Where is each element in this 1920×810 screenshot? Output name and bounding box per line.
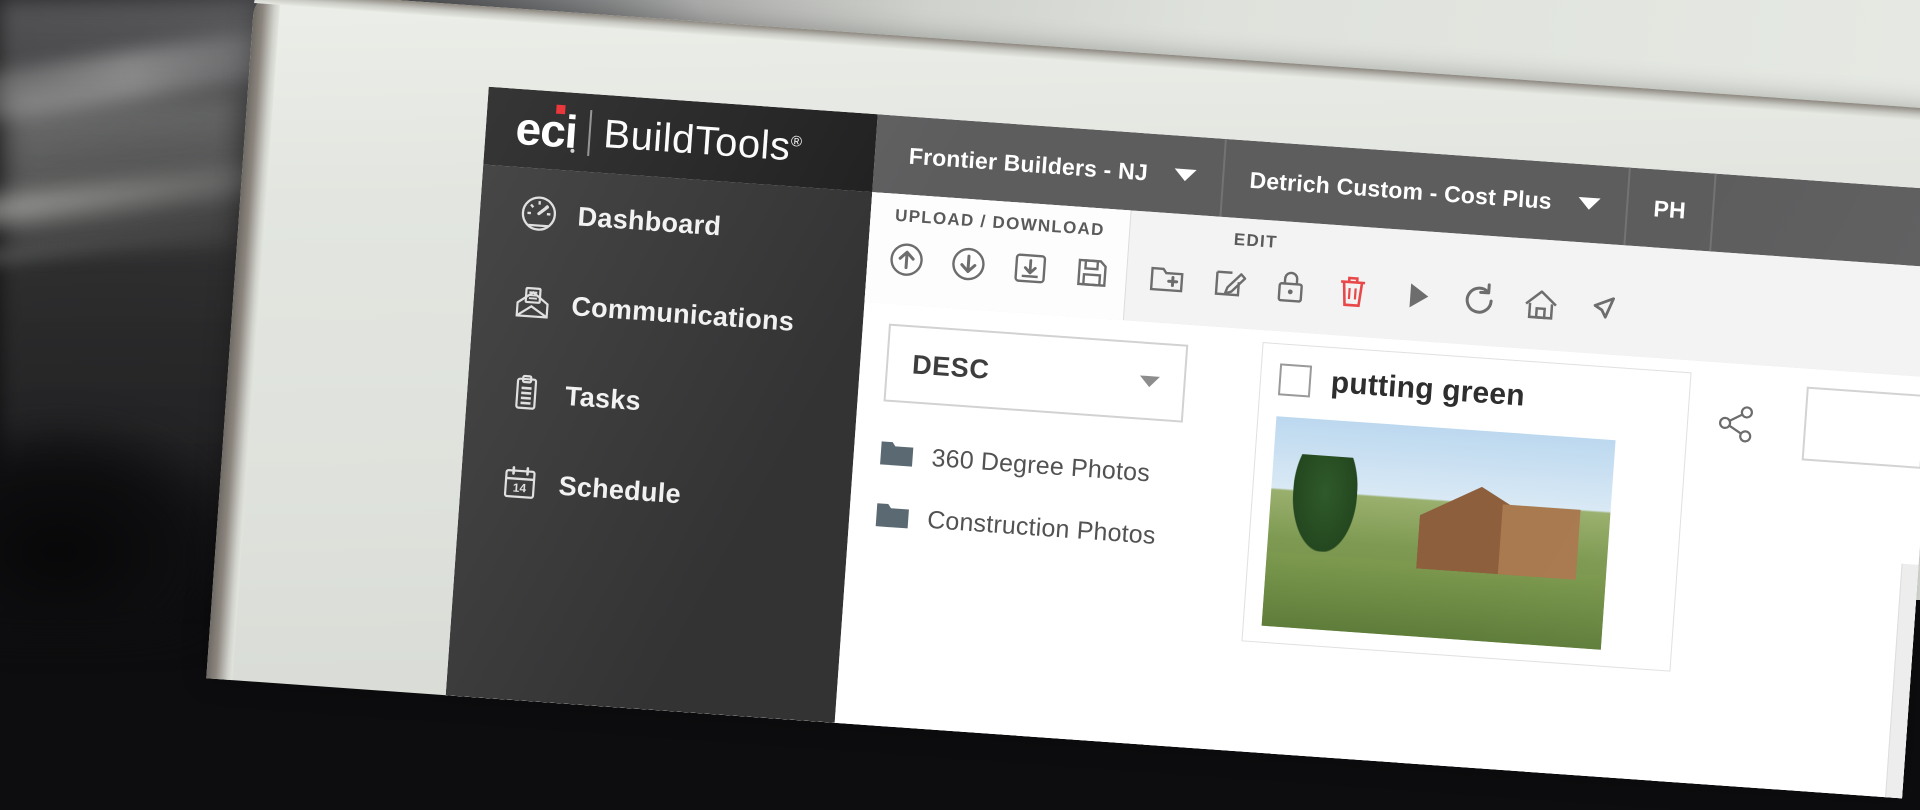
lock-icon[interactable]	[1266, 262, 1315, 311]
upload-arrow-icon[interactable]	[882, 235, 931, 284]
calendar-14-icon: 14	[493, 459, 546, 506]
envelope-icon	[506, 280, 559, 327]
delete-trash-icon[interactable]	[1328, 267, 1377, 316]
folder-name: Construction Photos	[926, 505, 1157, 550]
chevron-down-icon[interactable]	[1173, 168, 1197, 182]
home-icon[interactable]	[1516, 280, 1565, 329]
share-nodes-icon[interactable]	[1711, 399, 1760, 453]
sidebar-item-label: Tasks	[564, 380, 643, 416]
sidebar-item-label: Dashboard	[576, 200, 723, 241]
tab-label: Frontier Builders - NJ	[908, 142, 1149, 185]
folder-list: 360 Degree Photos Construction Photos	[873, 423, 1211, 570]
photo-card-title: putting green	[1329, 366, 1526, 413]
logo-divider	[587, 109, 593, 157]
main-sidebar: Dashboard Communications Tasks 14 Schedu…	[445, 164, 873, 723]
folder-name: 360 Degree Photos	[930, 443, 1151, 487]
buildtools-logo[interactable]: BuildTools®	[602, 112, 804, 170]
tab-ph[interactable]: PH	[1624, 167, 1717, 252]
eci-logo-text: eci	[514, 101, 579, 159]
laptop-screen: eci BuildTools® Dashboard Communications…	[445, 86, 1920, 799]
gauge-icon	[512, 190, 565, 237]
background-dark-foreground	[0, 420, 240, 640]
folder-icon	[879, 437, 915, 474]
chevron-down-icon[interactable]	[1139, 374, 1160, 388]
play-icon[interactable]	[1393, 271, 1442, 320]
edit-pencil-icon[interactable]	[1204, 258, 1253, 307]
registered-mark-icon: ®	[790, 132, 804, 151]
toolbar-group-edit: EDIT	[1125, 211, 1382, 338]
download-tray-icon[interactable]	[1006, 244, 1055, 293]
chevron-down-icon[interactable]	[1577, 196, 1601, 211]
thumbnail-tree	[1289, 453, 1360, 554]
file-browser-content: DESC 360 Degree Photos Construction Phot…	[834, 301, 1920, 799]
sort-order-value: DESC	[911, 348, 991, 385]
photo-select-checkbox[interactable]	[1277, 363, 1313, 398]
refresh-icon[interactable]	[1455, 276, 1504, 325]
right-edge-input[interactable]	[1801, 386, 1920, 469]
right-edge-column	[1885, 563, 1919, 799]
photo-card[interactable]: putting green	[1241, 342, 1753, 672]
eci-logo-red-dot-icon	[555, 104, 566, 115]
eci-logo[interactable]: eci	[514, 101, 579, 159]
laptop-device: eci BuildTools® Dashboard Communications…	[206, 0, 1920, 810]
buildtools-logo-text: BuildTools	[602, 112, 793, 170]
save-disk-icon[interactable]	[1068, 248, 1117, 297]
photo-card-header: putting green	[1277, 362, 1671, 424]
sidebar-item-label: Schedule	[557, 470, 682, 509]
tab-label: Detrich Custom - Cost Plus	[1248, 166, 1553, 214]
new-folder-icon[interactable]	[1142, 254, 1191, 303]
sidebar-item-label: Communications	[570, 290, 796, 337]
photo-thumbnail[interactable]	[1261, 416, 1616, 650]
tab-label: PH	[1652, 194, 1687, 224]
svg-text:14: 14	[512, 480, 527, 495]
folder-icon	[874, 499, 910, 536]
sort-order-dropdown[interactable]: DESC	[883, 323, 1189, 423]
buildtools-application: eci BuildTools® Dashboard Communications…	[445, 86, 1920, 799]
download-arrow-icon[interactable]	[944, 240, 993, 289]
toolbar-group-upload-download: UPLOAD / DOWNLOAD	[864, 192, 1132, 321]
move-arrow-icon[interactable]	[1578, 284, 1627, 333]
thumbnail-house-wing	[1497, 504, 1581, 580]
clipboard-icon	[500, 369, 553, 416]
